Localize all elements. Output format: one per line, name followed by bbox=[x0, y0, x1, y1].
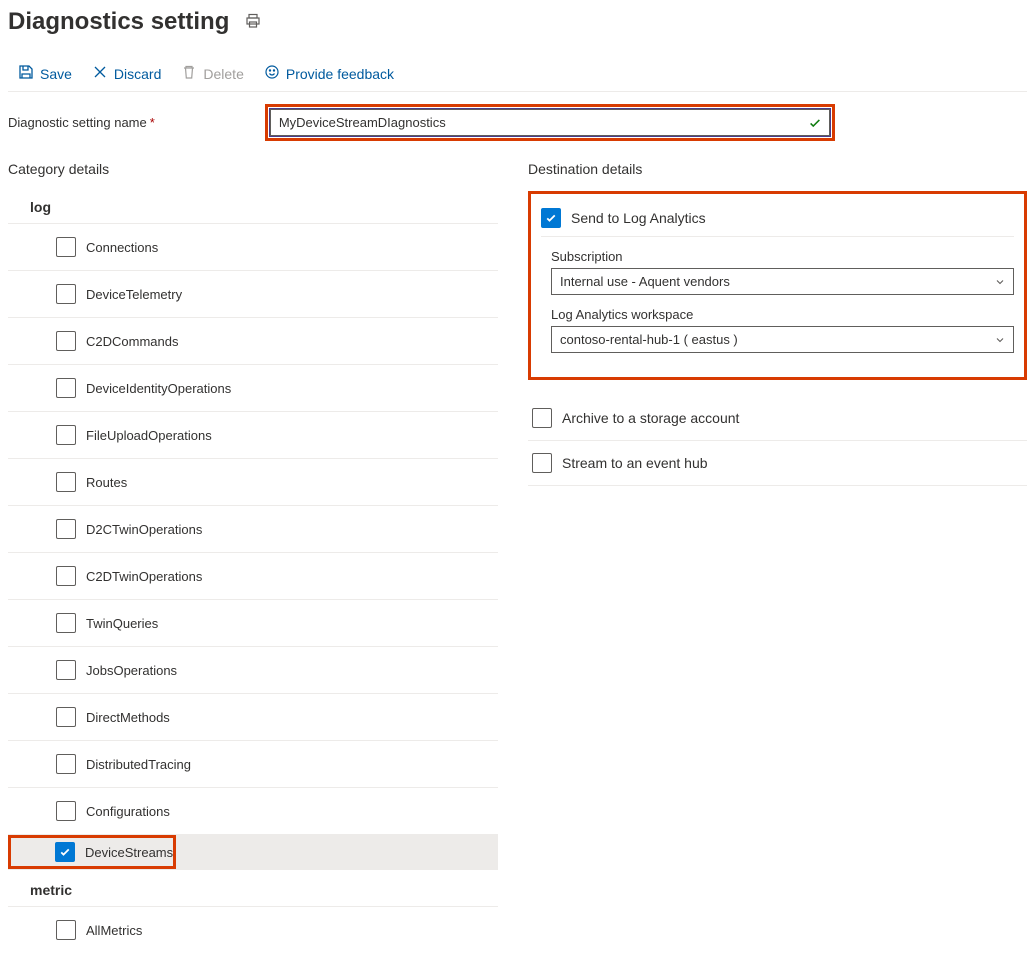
devicestreams-highlight: DeviceStreams bbox=[8, 835, 176, 869]
delete-label: Delete bbox=[203, 66, 243, 82]
save-label: Save bbox=[40, 66, 72, 82]
delete-icon bbox=[181, 64, 197, 83]
metric-row-allmetrics: AllMetrics bbox=[8, 907, 498, 953]
checkbox-devicestreams[interactable] bbox=[55, 842, 75, 862]
checkbox-fileupload[interactable] bbox=[56, 425, 76, 445]
close-icon bbox=[92, 64, 108, 83]
log-row-devicetelemetry: DeviceTelemetry bbox=[8, 271, 498, 318]
required-asterisk: * bbox=[150, 115, 155, 130]
category-details-header: Category details bbox=[8, 161, 498, 177]
log-label: FileUploadOperations bbox=[86, 428, 212, 443]
log-row-deviceidentity: DeviceIdentityOperations bbox=[8, 365, 498, 412]
log-row-twinqueries: TwinQueries bbox=[8, 600, 498, 647]
checkbox-d2ctwin[interactable] bbox=[56, 519, 76, 539]
destination-details-header: Destination details bbox=[528, 161, 1027, 177]
log-label: DeviceStreams bbox=[85, 845, 173, 860]
feedback-button[interactable]: Provide feedback bbox=[264, 64, 394, 83]
log-row-configurations: Configurations bbox=[8, 788, 498, 835]
print-icon[interactable] bbox=[245, 13, 261, 32]
checkbox-log-analytics[interactable] bbox=[541, 208, 561, 228]
log-label: DeviceIdentityOperations bbox=[86, 381, 231, 396]
checkbox-routes[interactable] bbox=[56, 472, 76, 492]
checkbox-eventhub[interactable] bbox=[532, 453, 552, 473]
toolbar: Save Discard Delete Provide feedback bbox=[8, 56, 1027, 92]
log-row-d2ctwin: D2CTwinOperations bbox=[8, 506, 498, 553]
eventhub-row: Stream to an event hub bbox=[528, 441, 1027, 486]
checkbox-connections[interactable] bbox=[56, 237, 76, 257]
checkbox-deviceidentity[interactable] bbox=[56, 378, 76, 398]
delete-button: Delete bbox=[181, 64, 243, 83]
log-row-devicestreams: DeviceStreams bbox=[8, 835, 498, 870]
log-row-c2dtwin: C2DTwinOperations bbox=[8, 553, 498, 600]
log-label: D2CTwinOperations bbox=[86, 522, 202, 537]
log-row-distributedtracing: DistributedTracing bbox=[8, 741, 498, 788]
checkbox-allmetrics[interactable] bbox=[56, 920, 76, 940]
log-row-fileupload: FileUploadOperations bbox=[8, 412, 498, 459]
log-label: Connections bbox=[86, 240, 158, 255]
workspace-select[interactable]: contoso-rental-hub-1 ( eastus ) bbox=[551, 326, 1014, 353]
discard-button[interactable]: Discard bbox=[92, 64, 161, 83]
log-label: C2DCommands bbox=[86, 334, 178, 349]
setting-name-input[interactable] bbox=[270, 109, 830, 136]
discard-label: Discard bbox=[114, 66, 161, 82]
log-row-routes: Routes bbox=[8, 459, 498, 506]
storage-label: Archive to a storage account bbox=[562, 410, 739, 426]
eventhub-label: Stream to an event hub bbox=[562, 455, 708, 471]
checkbox-distributedtracing[interactable] bbox=[56, 754, 76, 774]
log-analytics-label: Send to Log Analytics bbox=[571, 210, 706, 226]
smiley-icon bbox=[264, 64, 280, 83]
workspace-label: Log Analytics workspace bbox=[551, 307, 1014, 322]
page-title: Diagnostics setting bbox=[8, 8, 229, 36]
log-label: Configurations bbox=[86, 804, 170, 819]
checkbox-c2dtwin[interactable] bbox=[56, 566, 76, 586]
storage-row: Archive to a storage account bbox=[528, 396, 1027, 441]
log-label: C2DTwinOperations bbox=[86, 569, 202, 584]
log-label: Routes bbox=[86, 475, 127, 490]
setting-name-label: Diagnostic setting name* bbox=[8, 115, 155, 130]
log-label: DirectMethods bbox=[86, 710, 170, 725]
log-group-header: log bbox=[8, 191, 498, 224]
log-analytics-panel: Send to Log Analytics Subscription Inter… bbox=[528, 191, 1027, 380]
checkbox-storage[interactable] bbox=[532, 408, 552, 428]
metric-group-header: metric bbox=[8, 874, 498, 907]
log-row-directmethods: DirectMethods bbox=[8, 694, 498, 741]
setting-name-highlight bbox=[265, 104, 835, 141]
log-label: DeviceTelemetry bbox=[86, 287, 182, 302]
checkbox-c2dcommands[interactable] bbox=[56, 331, 76, 351]
checkbox-devicetelemetry[interactable] bbox=[56, 284, 76, 304]
log-row-c2dcommands: C2DCommands bbox=[8, 318, 498, 365]
log-row-connections: Connections bbox=[8, 224, 498, 271]
checkbox-jobs[interactable] bbox=[56, 660, 76, 680]
log-row-jobs: JobsOperations bbox=[8, 647, 498, 694]
checkbox-configurations[interactable] bbox=[56, 801, 76, 821]
feedback-label: Provide feedback bbox=[286, 66, 394, 82]
log-label: JobsOperations bbox=[86, 663, 177, 678]
subscription-label: Subscription bbox=[551, 249, 1014, 264]
save-button[interactable]: Save bbox=[18, 64, 72, 83]
checkbox-directmethods[interactable] bbox=[56, 707, 76, 727]
log-label: TwinQueries bbox=[86, 616, 158, 631]
subscription-select[interactable]: Internal use - Aquent vendors bbox=[551, 268, 1014, 295]
metric-label: AllMetrics bbox=[86, 923, 142, 938]
log-label: DistributedTracing bbox=[86, 757, 191, 772]
save-icon bbox=[18, 64, 34, 83]
checkbox-twinqueries[interactable] bbox=[56, 613, 76, 633]
